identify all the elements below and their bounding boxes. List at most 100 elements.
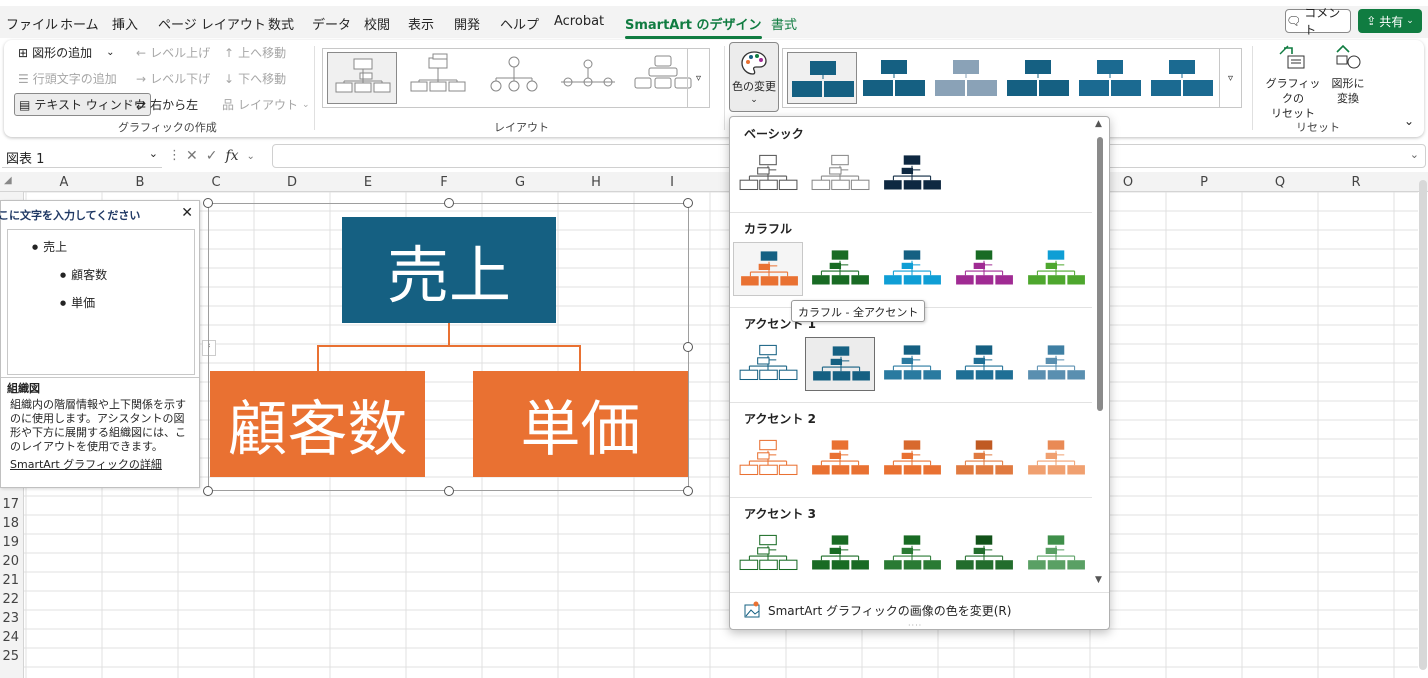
comment-button[interactable]: 🗨 コメント [1285,6,1351,37]
tab-view[interactable]: 表示 [408,14,434,33]
row-header-21[interactable]: 21 [0,573,22,588]
column-header-p[interactable]: P [1166,175,1242,190]
column-header-a[interactable]: A [26,175,102,190]
color-scheme-option[interactable] [805,242,875,296]
row-header-24[interactable]: 24 [0,630,22,645]
right-to-left-button[interactable]: ⇄ 右から左 [136,96,198,113]
collapse-ribbon-icon[interactable]: ⌄ [1404,114,1414,128]
confirm-icon[interactable]: ✓ [206,148,218,164]
color-scheme-option[interactable] [805,147,875,201]
color-scheme-option[interactable] [1021,337,1091,391]
layout-gallery-more-button[interactable]: ▿ [687,49,709,107]
add-bullet-button[interactable]: ☰ 行頭文字の追加 [18,70,117,87]
layout-button[interactable]: 品 レイアウト ⌄ [222,96,310,113]
smartart-style-option[interactable] [1147,52,1217,104]
style-gallery-more-button[interactable]: ▿ [1219,49,1241,107]
column-header-e[interactable]: E [330,175,406,190]
vertical-scrollbar[interactable] [1418,172,1428,678]
color-scheme-option[interactable] [733,527,803,581]
row-header-20[interactable]: 20 [0,554,22,569]
select-all-icon[interactable]: ◢ [4,175,12,186]
color-scheme-option[interactable] [949,242,1019,296]
text-pane-item-sales[interactable]: 売上 [32,238,67,255]
tab-help[interactable]: ヘルプ [500,14,539,33]
column-header-i[interactable]: I [634,175,710,190]
column-header-f[interactable]: F [406,175,482,190]
row-header-22[interactable]: 22 [0,592,22,607]
column-header-h[interactable]: H [558,175,634,190]
row-header-23[interactable]: 23 [0,611,22,626]
text-pane-list[interactable]: 売上 顧客数 単価 [7,229,195,375]
layout-option-org-chart[interactable] [327,52,397,104]
change-colors-button[interactable]: 色の変更 ⌄ [729,42,779,112]
resize-handle[interactable] [444,486,454,496]
color-scheme-option[interactable] [949,337,1019,391]
share-button[interactable]: ⇪ 共有 ⌄ [1358,9,1422,33]
color-scheme-option[interactable] [877,527,947,581]
close-icon[interactable]: ✕ [181,205,193,221]
smartart-help-link[interactable]: SmartArt グラフィックの詳細 [7,458,193,472]
color-scheme-option[interactable] [877,147,947,201]
color-scheme-option[interactable] [949,432,1019,486]
resize-handle[interactable] [203,198,213,208]
color-scheme-option[interactable] [805,337,875,391]
resize-grip-icon[interactable]: ···· [908,621,922,629]
smartart-node-customers[interactable]: 顧客数 [210,371,425,477]
color-scheme-option[interactable] [805,432,875,486]
tab-page-layout[interactable]: ページ レイアウト [158,14,266,33]
resize-handle[interactable] [683,198,693,208]
column-header-b[interactable]: B [102,175,178,190]
color-scheme-option[interactable] [733,337,803,391]
text-pane-item-unit-price[interactable]: 単価 [60,294,95,311]
color-scheme-option[interactable] [1021,432,1091,486]
color-scheme-option[interactable] [949,527,1019,581]
scroll-up-icon[interactable]: ▲ [1095,119,1102,129]
smartart-style-option[interactable] [787,52,857,104]
resize-handle[interactable] [203,486,213,496]
recolor-pictures-option[interactable]: SmartArt グラフィックの画像の色を変更(R) ···· [730,592,1109,629]
move-down-button[interactable]: ↓ 下へ移動 [224,70,286,87]
level-down-button[interactable]: → レベル下げ [136,70,210,87]
color-scheme-option[interactable] [805,527,875,581]
color-scheme-option[interactable] [877,242,947,296]
color-scheme-option[interactable] [733,147,803,201]
row-header-25[interactable]: 25 [0,649,22,664]
row-header-18[interactable]: 18 [0,516,22,531]
column-header-d[interactable]: D [254,175,330,190]
level-up-button[interactable]: ← レベル上げ [136,44,210,61]
text-window-button[interactable]: ▤ テキスト ウィンドウ [14,93,151,116]
reset-graphic-button[interactable]: グラフィックの リセット [1262,44,1324,121]
tab-smartart-design[interactable]: SmartArt のデザイン [625,14,762,39]
expand-formula-icon[interactable]: ⌄ [1410,148,1419,161]
tab-developer[interactable]: 開発 [454,14,480,33]
color-scheme-option[interactable] [733,242,803,296]
row-header-19[interactable]: 19 [0,535,22,550]
tab-home[interactable]: ホーム [60,14,99,33]
resize-handle[interactable] [444,198,454,208]
layout-option-hierarchy[interactable] [553,52,623,104]
column-header-c[interactable]: C [178,175,254,190]
function-icon[interactable]: fx [225,148,238,164]
smartart-style-option[interactable] [1003,52,1073,104]
cancel-icon[interactable]: ✕ [186,148,198,164]
column-header-r[interactable]: R [1318,175,1394,190]
smartart-style-option[interactable] [1075,52,1145,104]
name-box[interactable]: 図表 1 ⌄ [2,144,162,168]
layout-option-name-title-org-chart[interactable] [403,52,473,104]
dropdown-scrollbar[interactable]: ▲ ▼ [1092,119,1108,589]
move-up-button[interactable]: ↑ 上へ移動 [224,44,286,61]
column-header-q[interactable]: Q [1242,175,1318,190]
smartart-node-unit-price[interactable]: 単価 [473,371,688,477]
layout-option-circle-picture-hierarchy[interactable] [479,52,549,104]
smartart-graphic[interactable]: 売上 顧客数 単価 [203,198,693,496]
scrollbar-thumb[interactable] [1419,180,1427,670]
text-pane-item-customers[interactable]: 顧客数 [60,266,107,283]
add-shape-button[interactable]: ⊞ 図形の追加 ⌄ [18,44,114,61]
column-header-g[interactable]: G [482,175,558,190]
convert-to-shapes-button[interactable]: 図形に 変換 [1326,44,1370,106]
color-scheme-option[interactable] [1021,527,1091,581]
tab-insert[interactable]: 挿入 [112,14,138,33]
tab-acrobat[interactable]: Acrobat [554,14,604,29]
color-scheme-option[interactable] [877,432,947,486]
tab-data[interactable]: データ [312,14,351,33]
